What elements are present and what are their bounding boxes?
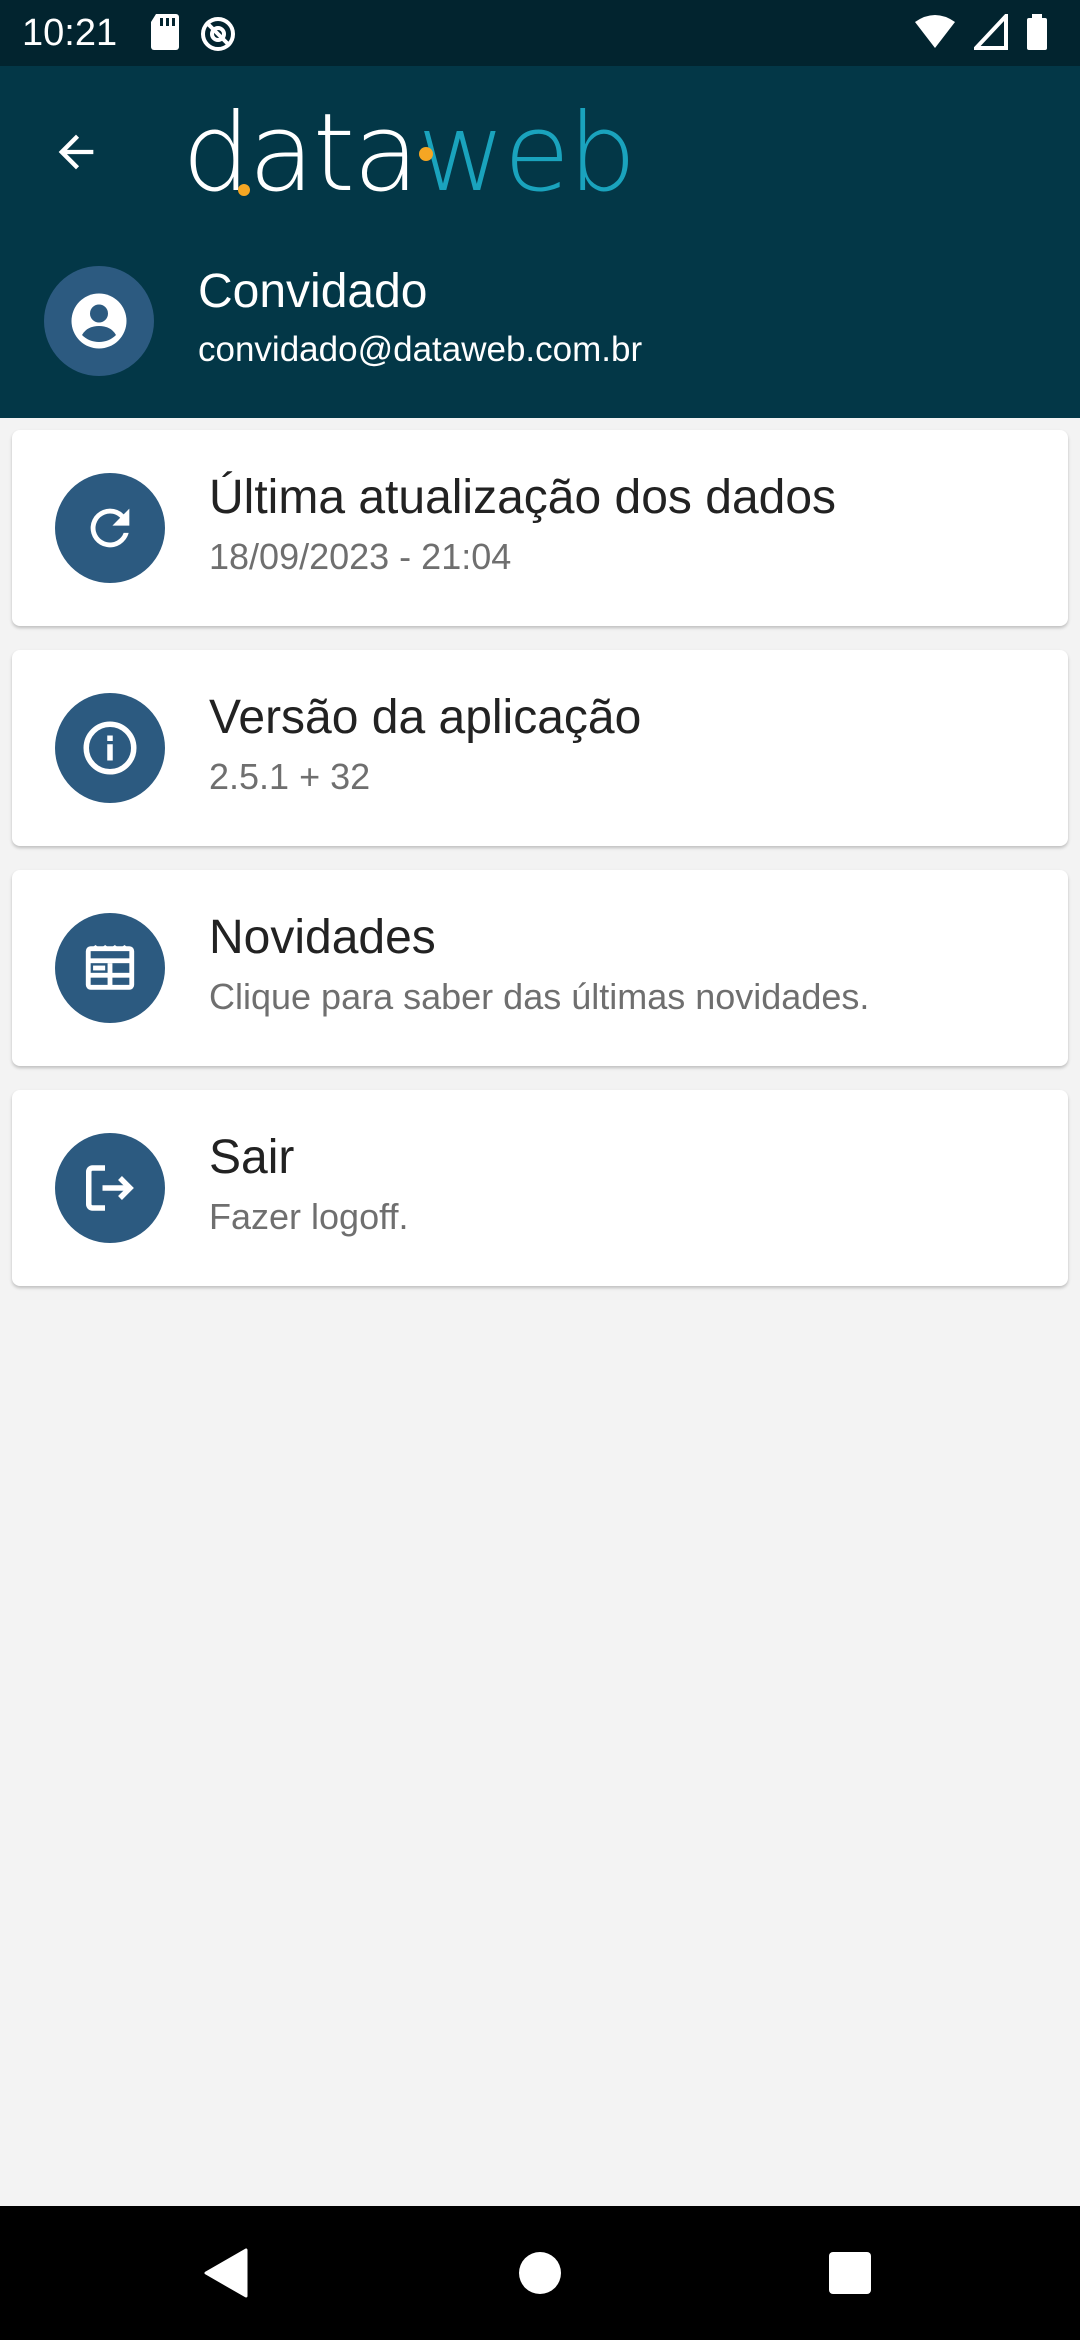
menu-item-title: Última atualização dos dados bbox=[209, 471, 837, 524]
arrow-left-icon bbox=[58, 134, 94, 170]
back-triangle-icon bbox=[204, 2248, 248, 2298]
menu-item-last-update[interactable]: Última atualização dos dados 18/09/2023 … bbox=[12, 430, 1068, 626]
menu-item-logout[interactable]: Sair Fazer logoff. bbox=[12, 1090, 1068, 1286]
menu-item-subtitle: Clique para saber das últimas novidades. bbox=[209, 976, 870, 1017]
menu-item-app-version[interactable]: Versão da aplicação 2.5.1 + 32 bbox=[12, 650, 1068, 846]
nav-recents-button[interactable] bbox=[815, 2238, 885, 2308]
battery-icon bbox=[1027, 14, 1047, 50]
logo-text-web: web bbox=[417, 102, 634, 212]
user-avatar bbox=[44, 266, 154, 376]
status-notification-icons bbox=[150, 14, 252, 52]
status-system-icons bbox=[915, 14, 1062, 52]
status-time: 10:21 bbox=[22, 12, 118, 54]
recents-square-icon bbox=[829, 2252, 871, 2294]
menu-item-subtitle: 2.5.1 + 32 bbox=[209, 756, 371, 797]
logo-accent-dot bbox=[419, 147, 433, 161]
menu-item-title: Novidades bbox=[209, 911, 436, 964]
settings-menu-list: Última atualização dos dados 18/09/2023 … bbox=[12, 430, 1068, 1310]
nav-home-button[interactable] bbox=[505, 2238, 575, 2308]
sd-card-icon bbox=[151, 14, 179, 50]
home-circle-icon bbox=[519, 2252, 561, 2294]
user-email: convidado@dataweb.com.br bbox=[198, 330, 643, 369]
menu-item-title: Sair bbox=[209, 1131, 295, 1184]
menu-item-subtitle: 18/09/2023 - 21:04 bbox=[209, 536, 512, 577]
logo-accent-dot-2 bbox=[238, 184, 250, 196]
status-bar: 10:21 bbox=[0, 0, 1080, 66]
wifi-icon bbox=[915, 15, 956, 48]
refresh-icon bbox=[55, 473, 165, 583]
menu-item-news[interactable]: Novidades Clique para saber das últimas … bbox=[12, 870, 1068, 1066]
nav-back-button[interactable] bbox=[190, 2238, 260, 2308]
logo-text-data: data bbox=[182, 102, 417, 212]
svg-text:dataweb: dataweb bbox=[182, 102, 635, 212]
system-navigation-bar bbox=[0, 2206, 1080, 2340]
back-button[interactable] bbox=[32, 108, 120, 196]
no-sync-icon bbox=[201, 17, 236, 51]
user-name: Convidado bbox=[198, 265, 428, 318]
menu-item-subtitle: Fazer logoff. bbox=[209, 1196, 409, 1237]
logout-icon bbox=[55, 1133, 165, 1243]
signal-icon bbox=[973, 14, 1008, 50]
app-header: dataweb Convidado convidado@dataweb.com.… bbox=[0, 66, 1080, 418]
account-circle-icon bbox=[71, 293, 127, 349]
dataweb-logo: dataweb bbox=[182, 91, 682, 217]
menu-item-title: Versão da aplicação bbox=[209, 691, 642, 744]
info-icon bbox=[55, 693, 165, 803]
news-icon bbox=[55, 913, 165, 1023]
